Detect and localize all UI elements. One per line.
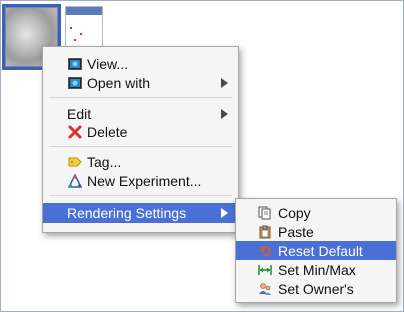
open-with-icon	[68, 76, 82, 89]
menu-item-delete[interactable]: Delete	[43, 122, 238, 141]
menu-item-label: View...	[87, 55, 128, 72]
submenu-item-paste[interactable]: Paste	[236, 222, 396, 241]
menu-item-label: New Experiment...	[87, 172, 202, 189]
menu-item-edit[interactable]: Edit	[43, 104, 238, 123]
paste-icon	[259, 225, 271, 238]
thumbnail-dot	[70, 27, 72, 29]
submenu-item-reset-default[interactable]: Reset Default	[236, 241, 396, 260]
menu-item-label: Tag...	[87, 153, 122, 170]
menu-item-label: Edit	[67, 105, 92, 122]
submenu-item-set-owners[interactable]: Set Owner's	[236, 279, 396, 298]
menu-item-label: Rendering Settings	[67, 205, 187, 221]
menu-item-open-with[interactable]: Open with	[43, 73, 238, 92]
menu-item-rendering-settings[interactable]: Rendering Settings	[43, 203, 238, 223]
submenu-item-label: Reset Default	[278, 242, 363, 259]
menu-item-tag[interactable]: Tag...	[43, 152, 238, 171]
thumbnail-band	[66, 7, 102, 15]
submenu-item-label: Set Min/Max	[278, 261, 356, 278]
thumbnail-dot	[80, 33, 82, 35]
menu-item-label: Open with	[87, 74, 151, 91]
image-viewer-icon	[68, 57, 82, 70]
menu-item-view[interactable]: View...	[43, 54, 238, 73]
delete-icon	[68, 125, 82, 138]
menu-item-new-experiment[interactable]: New Experiment...	[43, 171, 238, 190]
submenu-arrow-icon	[221, 108, 228, 119]
context-menu: View... Open with Edit Delete Tag... New…	[42, 46, 239, 233]
submenu-arrow-icon	[221, 77, 228, 88]
submenu-item-copy[interactable]: Copy	[236, 203, 396, 222]
new-experiment-icon	[68, 173, 82, 188]
copy-icon	[258, 206, 271, 219]
menu-item-label: Delete	[87, 123, 128, 140]
submenu-item-label: Set Owner's	[278, 280, 354, 297]
submenu-item-label: Copy	[278, 204, 311, 221]
menu-separator	[49, 146, 232, 147]
submenu-item-label: Paste	[278, 223, 314, 240]
users-icon	[259, 282, 271, 295]
menu-separator	[49, 97, 232, 98]
rendering-settings-submenu: Copy Paste Reset Default Set Min/Max Set…	[235, 198, 397, 303]
tag-icon	[68, 157, 82, 166]
menu-separator	[49, 195, 232, 196]
submenu-item-set-min-max[interactable]: Set Min/Max	[236, 260, 396, 279]
submenu-arrow-icon	[221, 208, 228, 218]
min-max-icon	[258, 264, 272, 275]
undo-arrow-icon	[259, 245, 271, 256]
thumbnail-dot	[74, 39, 76, 41]
